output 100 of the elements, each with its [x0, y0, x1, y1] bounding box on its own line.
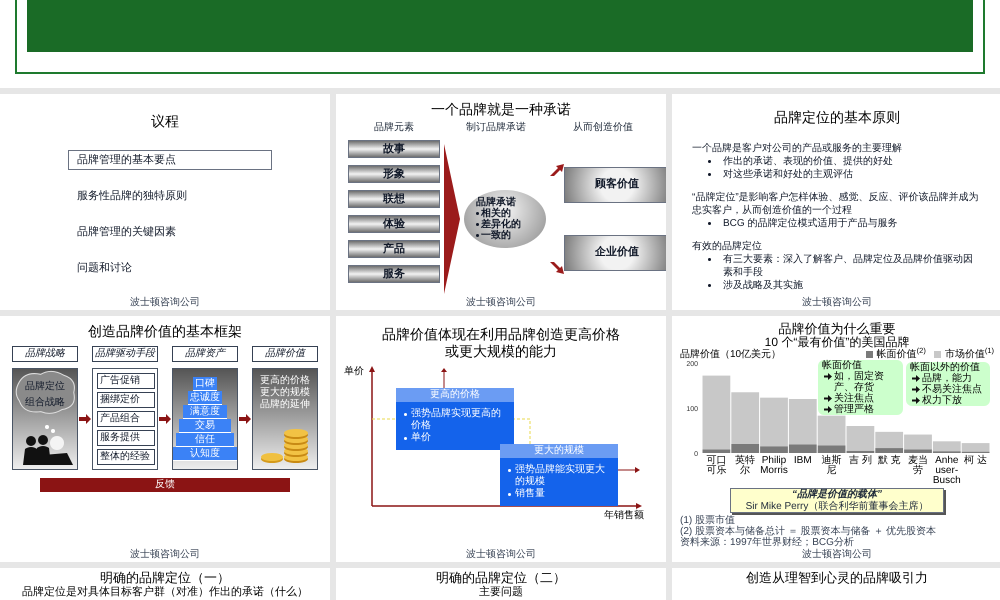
bullet-text: 对这些承诺和好处的主观评估	[723, 168, 853, 181]
category-label: 英特尔	[734, 456, 756, 478]
slide-subtitle: 主要问题	[479, 586, 523, 599]
driver-item: 捆绑定价	[97, 392, 155, 408]
slide-footer: 波士顿咨询公司	[130, 549, 200, 560]
cloud-drawing	[13, 369, 77, 416]
slide-footer: 波士顿咨询公司	[466, 549, 536, 560]
callout-text: 品牌，能力	[922, 373, 972, 384]
strategy-text: 品牌定位	[25, 381, 65, 393]
category-label: IBM	[792, 456, 813, 468]
market-value-bar	[760, 398, 788, 446]
market-value-bar	[731, 392, 760, 444]
bullet-icon	[404, 412, 407, 416]
slide-title: 创造从理智到心灵的品牌吸引力	[746, 570, 928, 586]
axis-label: 单价	[344, 366, 364, 377]
arrow-icon	[824, 373, 832, 380]
slide-title: 品牌定位的基本原则	[774, 108, 900, 126]
stage-label: 品牌价值	[252, 346, 318, 362]
slide-subtitle: 10 个“最有价值”的美国品牌	[764, 336, 910, 349]
category-label: 默 克	[876, 456, 902, 468]
callout-text: 权力下放	[922, 395, 962, 406]
quote-text: “品牌是价值的载体”	[792, 489, 882, 500]
element-bar: 形象	[348, 165, 440, 183]
callout-text: 如，固定资产、存货	[834, 371, 885, 393]
driver-item: 广告促销	[97, 373, 155, 389]
body-text: “品牌定位”是影响客户怎样体验、感觉、反应、评价该品牌并成为忠实客户，从而创造价值的一个过程	[692, 191, 980, 217]
slide-title: 或更大规模的能力	[445, 343, 557, 360]
element-bar: 故事	[348, 140, 440, 158]
category-label: 柯 达	[963, 456, 988, 468]
info-box-heading: 更大的规模	[500, 444, 618, 458]
column-heading: 制订品牌承诺	[466, 122, 526, 134]
pyramid-level: 交易	[179, 419, 231, 433]
element-bar: 联想	[348, 190, 440, 208]
category-label: 麦当劳	[906, 456, 929, 478]
category-label: 可口可乐	[705, 456, 728, 478]
agenda-item[interactable]: 问题和讨论	[68, 258, 272, 278]
arrow-icon	[79, 414, 91, 424]
bullet-icon	[708, 160, 711, 163]
pyramid-level: 满意度	[183, 405, 227, 419]
slide-footer: 波士顿咨询公司	[466, 297, 536, 308]
callout-title: 帐面以外的价值	[910, 362, 981, 373]
info-box-text: 强势品牌能实现更大的规模	[515, 464, 606, 488]
agenda-item[interactable]: 品牌管理的关键因素	[68, 222, 272, 242]
promise-point: 一致的	[481, 230, 511, 240]
footnote: (2) 股票资本与储备总计 ＝ 股票资本与储备 ＋ 优先股资本	[680, 526, 938, 537]
arrow-icon	[550, 164, 564, 176]
slide-footer: 波士顿咨询公司	[802, 549, 872, 560]
driver-item: 产品组合	[97, 411, 155, 427]
info-box-text: 强势品牌实现更高的价格	[411, 408, 502, 432]
category-label: 吉 列	[848, 456, 873, 468]
market-value-bar	[962, 443, 990, 452]
pyramid-level: 口碑	[193, 377, 217, 391]
arrow-icon	[440, 368, 448, 388]
arrow-icon	[550, 262, 564, 274]
promise-point: 相关的	[481, 208, 511, 218]
info-box-text: 单价	[411, 432, 431, 444]
slide-title: 明确的品牌定位（二）	[436, 570, 566, 586]
outcome-text: 更大的规模	[260, 387, 310, 399]
bullet-icon	[404, 436, 407, 440]
bullet-icon	[476, 212, 479, 214]
promise-title: 品牌承诺	[476, 196, 517, 208]
body-text: 一个品牌是客户对公司的产品或服务的主要理解	[692, 142, 903, 155]
axis-label: 品牌价值（10亿美元）	[680, 349, 782, 360]
slide-footer: 波士顿咨询公司	[130, 297, 200, 308]
pyramid-level: 忠诚度	[188, 391, 222, 405]
bullet-icon	[708, 284, 711, 287]
category-label: 迪斯尼	[820, 456, 843, 478]
outcome-text: 品牌的延伸	[260, 399, 310, 411]
slide-title: 品牌价值为什么重要	[778, 322, 896, 336]
callout-text: 关注焦点	[834, 393, 874, 404]
body-text: 有效的品牌定位	[692, 240, 763, 253]
driver-item: 服务提供	[97, 430, 155, 446]
arrow-icon	[239, 414, 251, 424]
arrow-icon	[159, 414, 171, 424]
bullet-icon	[708, 222, 711, 225]
promise-point: 差异化的	[481, 218, 521, 230]
column-heading: 品牌元素	[374, 122, 414, 134]
agenda-item[interactable]: 品牌管理的基本要点	[68, 150, 272, 170]
element-bar: 服务	[348, 265, 440, 283]
bullet-text: 涉及战略及其实施	[723, 279, 803, 292]
bullet-icon	[708, 173, 711, 176]
bullet-text: 作出的承诺、表现的价值、提供的好处	[723, 155, 893, 168]
footnote: (1) 股票市值	[680, 515, 735, 526]
bullet-text: 有三大要素：深入了解客户、品牌定位及品牌价值驱动因素和手段	[723, 253, 974, 279]
strategy-text: 组合战略	[25, 397, 65, 409]
slide-title: 一个品牌就是一种承诺	[431, 100, 571, 118]
value-box: 顾客价值	[564, 166, 666, 202]
bullet-icon	[476, 234, 479, 236]
agenda-item[interactable]: 服务性品牌的独特原则	[68, 186, 272, 206]
market-value-bar	[932, 441, 961, 452]
footnote: 资料来源：1997年世界财经；BCG分析	[680, 537, 855, 548]
value-box: 企业价值	[564, 234, 666, 270]
outcome-text: 更高的价格	[260, 375, 310, 386]
element-bar: 体验	[348, 215, 440, 233]
column-heading: 从而创造价值	[573, 122, 633, 134]
stage-label: 品牌资产	[172, 346, 238, 362]
category-label: Anheuser-Busch	[932, 456, 962, 486]
driver-item: 整体的经验	[97, 449, 155, 465]
callout-title: 帐面价值	[822, 360, 863, 371]
element-bar: 产品	[348, 240, 440, 258]
